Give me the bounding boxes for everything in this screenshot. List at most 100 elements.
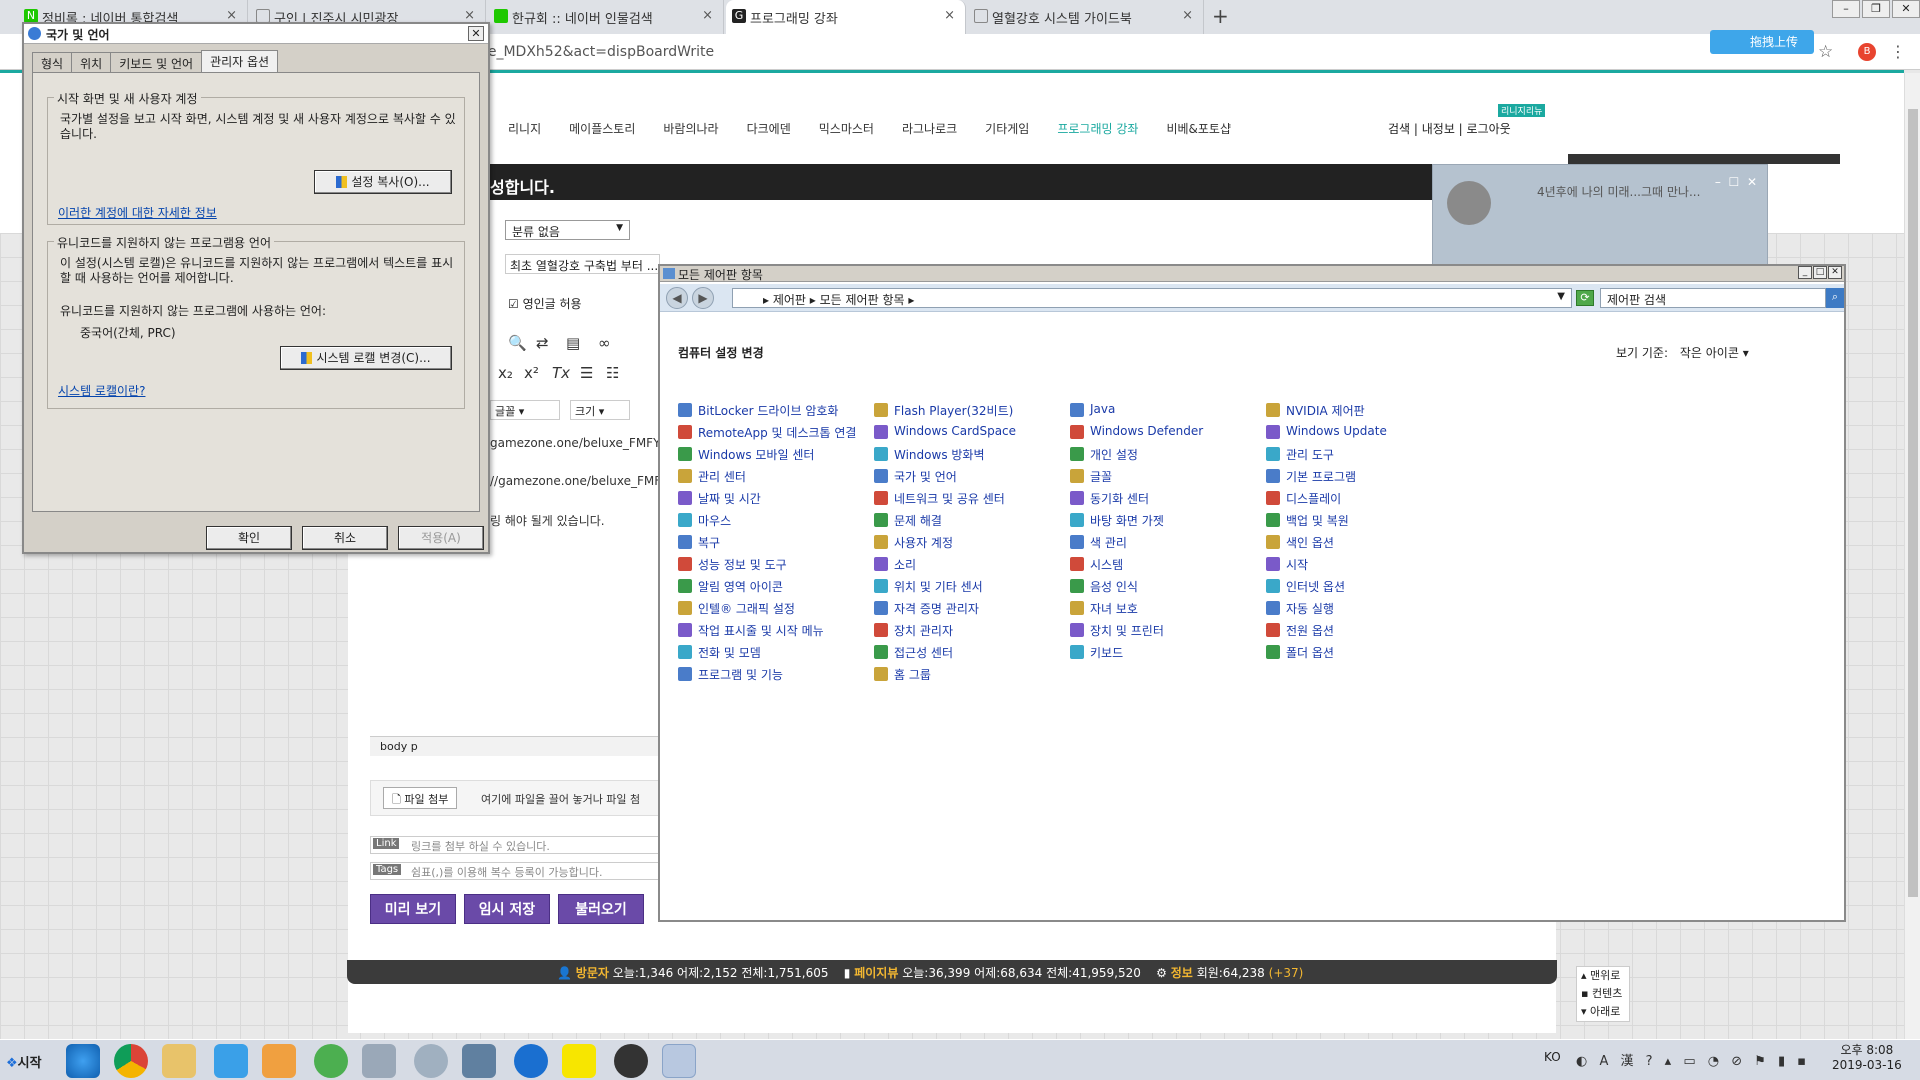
cp-item[interactable]: 날짜 및 시간 bbox=[678, 490, 761, 507]
teamviewer-icon[interactable] bbox=[514, 1044, 548, 1078]
nav-item[interactable]: 기타게임 bbox=[985, 120, 1029, 137]
close-tab-icon[interactable]: × bbox=[944, 8, 955, 23]
dialog-close-button[interactable]: ✕ bbox=[468, 26, 484, 41]
restore-button[interactable]: ❐ bbox=[1862, 0, 1890, 18]
network-icon[interactable] bbox=[462, 1044, 496, 1078]
copy-settings-button[interactable]: 설정 복사(O)... bbox=[314, 170, 452, 194]
format-icon[interactable]: ▤ bbox=[566, 334, 580, 352]
cp-item[interactable]: 사용자 계정 bbox=[874, 534, 953, 551]
close-tab-icon[interactable]: × bbox=[1182, 8, 1193, 23]
chrome-icon[interactable] bbox=[114, 1044, 148, 1078]
cp-item[interactable]: 백업 및 복원 bbox=[1266, 512, 1349, 529]
cp-item[interactable]: 전화 및 모뎀 bbox=[678, 644, 761, 661]
cp-item[interactable]: 소리 bbox=[874, 556, 916, 573]
bullet-list-icon[interactable]: ☷ bbox=[606, 364, 619, 382]
baidu-netdisk-icon[interactable] bbox=[214, 1044, 248, 1078]
notice-checkbox[interactable]: ☑ 영인글 허용 bbox=[508, 295, 582, 312]
cp-item[interactable]: Java bbox=[1070, 402, 1115, 417]
close-button[interactable]: ✕ bbox=[1892, 0, 1920, 18]
cp-item[interactable]: Windows Update bbox=[1266, 424, 1387, 439]
to-content-link[interactable]: ▪ 컨텐츠 bbox=[1581, 985, 1629, 1003]
cp-item[interactable]: 관리 도구 bbox=[1266, 446, 1334, 463]
cp-item[interactable]: 글꼴 bbox=[1070, 468, 1112, 485]
attach-file-button[interactable]: 🗋 파일 첨부 bbox=[383, 787, 458, 809]
cp-item[interactable]: 디스플레이 bbox=[1266, 490, 1341, 507]
cp-item[interactable]: 홈 그룹 bbox=[874, 666, 931, 683]
what-is-locale-link[interactable]: 시스템 로캘이란? bbox=[58, 382, 145, 399]
cp-item[interactable]: 인터넷 옵션 bbox=[1266, 578, 1345, 595]
user-menu[interactable]: 검색 | 내정보 | 로그아웃 bbox=[1388, 120, 1511, 137]
cp-item[interactable]: 개인 설정 bbox=[1070, 446, 1138, 463]
tab-programming[interactable]: G 프로그래밍 강좌 × bbox=[726, 0, 966, 34]
cp-item[interactable]: 인텔® 그래픽 설정 bbox=[678, 600, 795, 617]
cp-item[interactable]: 성능 정보 및 도구 bbox=[678, 556, 787, 573]
ok-button[interactable]: 확인 bbox=[206, 526, 292, 550]
cp-item[interactable]: 바탕 화면 가젯 bbox=[1070, 512, 1164, 529]
media-player-icon[interactable] bbox=[262, 1044, 296, 1078]
tray-icons[interactable]: ◐ A 漢 ? ▴ ▭ ◔ ⊘ ⚑ ▮ ▪ bbox=[1576, 1050, 1810, 1069]
refresh-icon[interactable]: ⟳ bbox=[1576, 290, 1594, 306]
nav-item[interactable]: 믹스마스터 bbox=[819, 120, 874, 137]
cp-item[interactable]: Windows Defender bbox=[1070, 424, 1203, 439]
superscript-icon[interactable]: x² bbox=[524, 364, 539, 382]
cp-item[interactable]: 마우스 bbox=[678, 512, 731, 529]
clock[interactable]: 오후 8:08 2019-03-16 bbox=[1832, 1043, 1902, 1073]
load-button[interactable]: 불러오기 bbox=[558, 894, 644, 924]
chevron-down-icon[interactable]: ▼ bbox=[1557, 291, 1565, 302]
link-icon[interactable]: ∞ bbox=[598, 334, 611, 352]
cp-item[interactable]: 프로그램 및 기능 bbox=[678, 666, 783, 683]
cp-item[interactable]: 자녀 보호 bbox=[1070, 600, 1138, 617]
explorer-icon[interactable] bbox=[162, 1044, 196, 1078]
cp-item[interactable]: 시스템 bbox=[1070, 556, 1123, 573]
bookmark-star-icon[interactable]: ☆ bbox=[1818, 42, 1833, 62]
cp-item[interactable]: 위치 및 기타 센서 bbox=[874, 578, 983, 595]
cp-item[interactable]: Flash Player(32비트) bbox=[874, 402, 1013, 419]
cp-item[interactable]: 시작 bbox=[1266, 556, 1308, 573]
view-by-select[interactable]: 작은 아이콘 ▾ bbox=[1680, 346, 1749, 360]
cp-item[interactable]: 전원 옵션 bbox=[1266, 622, 1334, 639]
ultraedit-icon[interactable] bbox=[614, 1044, 648, 1078]
accounts-info-link[interactable]: 이러한 계정에 대한 자세한 정보 bbox=[58, 204, 217, 221]
change-locale-button[interactable]: 시스템 로캘 변경(C)... bbox=[280, 346, 452, 370]
size-select[interactable]: 크기 ▾ bbox=[570, 400, 630, 420]
settings-gear-icon[interactable] bbox=[414, 1044, 448, 1078]
subscript-icon[interactable]: x₂ bbox=[498, 364, 513, 382]
cp-item[interactable]: Windows CardSpace bbox=[874, 424, 1016, 439]
cp-item[interactable]: BitLocker 드라이브 암호화 bbox=[678, 402, 838, 419]
close-tab-icon[interactable]: × bbox=[464, 8, 475, 23]
kakaotalk-icon[interactable] bbox=[562, 1044, 596, 1078]
search-icon[interactable]: 🔍 bbox=[508, 334, 527, 352]
cp-search-input[interactable]: 제어판 검색 bbox=[1600, 288, 1826, 308]
input-language[interactable]: KO bbox=[1544, 1050, 1561, 1064]
cp-item[interactable]: 복구 bbox=[678, 534, 720, 551]
tab-admin[interactable]: 관리자 옵션 bbox=[201, 50, 279, 74]
preview-button[interactable]: 미리 보기 bbox=[370, 894, 456, 924]
cancel-button[interactable]: 취소 bbox=[302, 526, 388, 550]
cp-item[interactable]: 기본 프로그램 bbox=[1266, 468, 1356, 485]
replace-icon[interactable]: ⇄ bbox=[536, 334, 549, 352]
cp-item[interactable]: 작업 표시줄 및 시작 메뉴 bbox=[678, 622, 824, 639]
nav-item[interactable]: 메이플스토리 bbox=[569, 120, 635, 137]
cp-item[interactable]: 장치 및 프린터 bbox=[1070, 622, 1164, 639]
nav-item[interactable]: 비베&포토샵 bbox=[1166, 120, 1231, 137]
tab-guidebook[interactable]: 열혈강호 시스템 가이드북 × bbox=[968, 0, 1204, 34]
scrollbar-thumb[interactable] bbox=[1908, 109, 1918, 897]
nav-item-active[interactable]: 프로그래밍 강좌 bbox=[1057, 120, 1138, 137]
nav-item[interactable]: 리니지 bbox=[508, 120, 541, 137]
profile-avatar[interactable]: B bbox=[1858, 43, 1876, 61]
cp-item[interactable]: 색 관리 bbox=[1070, 534, 1127, 551]
cp-item[interactable]: 자격 증명 관리자 bbox=[874, 600, 979, 617]
cp-item[interactable]: Windows 모바일 센터 bbox=[678, 446, 814, 463]
control-panel-taskbar-icon[interactable] bbox=[662, 1044, 696, 1078]
address-bar[interactable]: xe_MDXh52&act=dispBoardWrite bbox=[480, 44, 714, 60]
category-select[interactable]: 분류 없음 ▼ bbox=[505, 220, 630, 240]
cp-item[interactable]: NVIDIA 제어판 bbox=[1266, 402, 1365, 419]
cp-item[interactable]: 네트워크 및 공유 센터 bbox=[874, 490, 1005, 507]
page-scrollbar[interactable] bbox=[1904, 73, 1920, 1039]
cp-item[interactable]: 키보드 bbox=[1070, 644, 1123, 661]
cp-item[interactable]: 국가 및 언어 bbox=[874, 468, 957, 485]
menu-icon[interactable]: ⋮ bbox=[1890, 42, 1906, 61]
close-tab-icon[interactable]: × bbox=[226, 8, 237, 23]
to-bottom-link[interactable]: ▾ 아래로 bbox=[1581, 1003, 1629, 1021]
nav-item[interactable]: 바람의나라 bbox=[663, 120, 718, 137]
